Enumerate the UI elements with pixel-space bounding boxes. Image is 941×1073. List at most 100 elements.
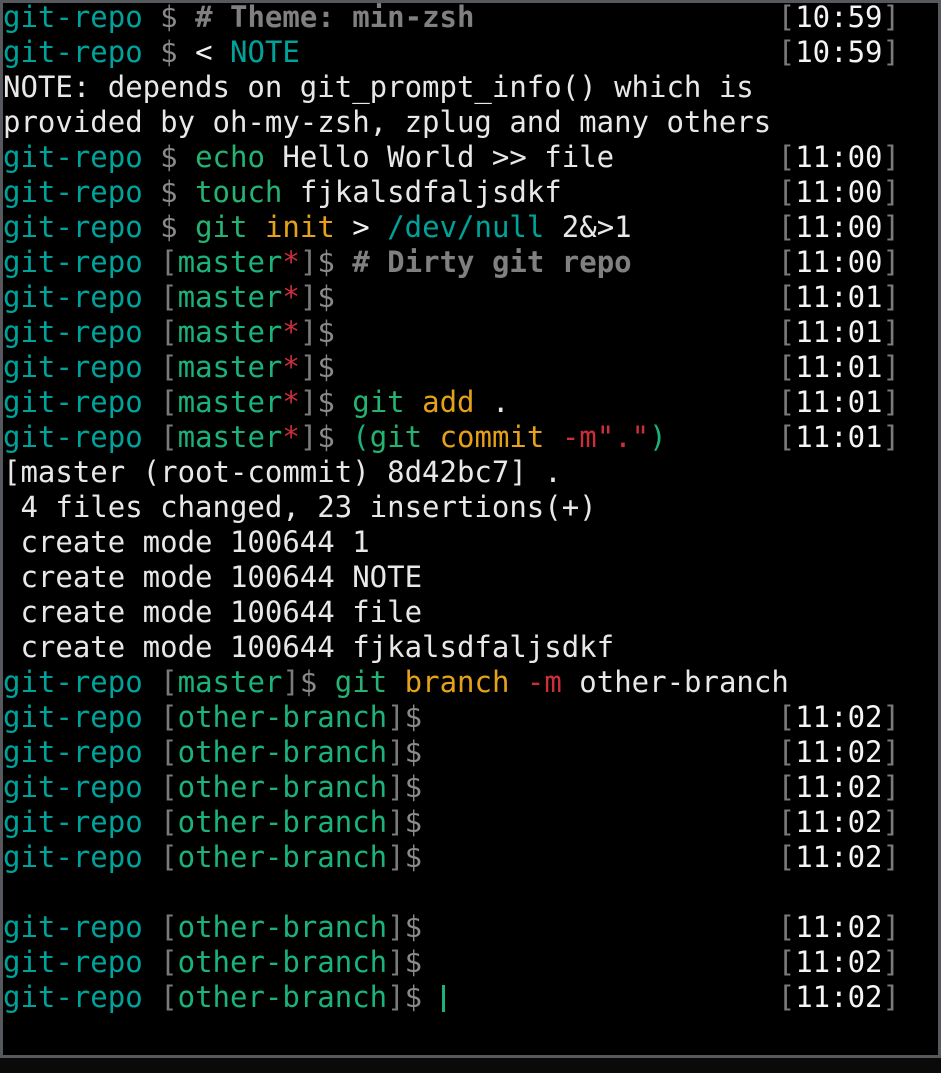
timestamp-value: 11:00 bbox=[795, 140, 883, 174]
timestamp-value: 11:02 bbox=[795, 840, 883, 874]
prompt-dollar: $ bbox=[317, 350, 335, 384]
prompt-dollar: $ bbox=[404, 840, 423, 874]
terminal-prompt-line: git-repo [other-branch]$ [11:02] bbox=[3, 770, 918, 805]
prompt-dollar: $ bbox=[160, 35, 178, 69]
prompt-timestamp: [11:02] bbox=[778, 805, 900, 840]
prompt-timestamp: [11:01] bbox=[778, 420, 900, 455]
prompt-dollar: $ bbox=[317, 420, 335, 454]
prompt-timestamp: [11:01] bbox=[778, 385, 900, 420]
timestamp-value: 11:00 bbox=[795, 245, 883, 279]
prompt-branch: other-branch bbox=[177, 805, 388, 839]
prompt-bracket-close: ] bbox=[387, 735, 405, 769]
prompt-bracket-open: [ bbox=[160, 350, 178, 384]
terminal-scrollbar[interactable] bbox=[928, 3, 938, 1055]
prompt-host: git-repo bbox=[3, 315, 143, 349]
output-text: provided by oh-my-zsh, zplug and many ot… bbox=[3, 105, 772, 139]
prompt-branch: other-branch bbox=[177, 840, 388, 874]
prompt-bracket-close: ] bbox=[299, 245, 318, 279]
command-name: touch bbox=[195, 175, 283, 209]
timestamp-bracket-open: [ bbox=[777, 945, 796, 979]
prompt-branch: master bbox=[177, 280, 283, 314]
spacer-text bbox=[247, 210, 264, 244]
prompt-bracket-open: [ bbox=[160, 910, 178, 944]
spacer-text bbox=[405, 385, 422, 419]
terminal-prompt-line: git-repo [other-branch]$ [11:02] bbox=[3, 980, 918, 1015]
spacer-text bbox=[143, 770, 160, 804]
prompt-bracket-close: ] bbox=[299, 280, 318, 314]
prompt-timestamp: [11:01] bbox=[778, 350, 900, 385]
timestamp-value: 11:00 bbox=[795, 210, 883, 244]
spacer-text bbox=[143, 700, 160, 734]
command-name: git bbox=[195, 210, 248, 244]
timestamp-bracket-close: ] bbox=[882, 910, 900, 944]
timestamp-value: 11:01 bbox=[795, 420, 883, 454]
command-name: git bbox=[369, 420, 423, 454]
command-arguments: 2&>1 bbox=[544, 210, 632, 244]
spacer-text bbox=[143, 210, 160, 244]
prompt-timestamp: [11:00] bbox=[778, 175, 900, 210]
spacer-text bbox=[143, 385, 160, 419]
prompt-host: git-repo bbox=[3, 245, 143, 279]
terminal-prompt-line: git-repo [master*]$ [11:01] bbox=[3, 315, 918, 350]
command-arguments: fjkalsdfaljsdkf bbox=[282, 175, 562, 209]
terminal-prompt-line: git-repo [master*]$ (git commit -m".") [1… bbox=[3, 420, 918, 455]
prompt-bracket-close: ] bbox=[387, 840, 405, 874]
timestamp-bracket-close: ] bbox=[882, 735, 900, 769]
prompt-bracket-close: ] bbox=[387, 700, 405, 734]
terminal-window[interactable]: git-repo $ # Theme: min-zsh [10:59] git-re… bbox=[0, 0, 941, 1058]
timestamp-value: 11:02 bbox=[795, 805, 883, 839]
prompt-timestamp: [11:00] bbox=[778, 245, 900, 280]
spacer-text bbox=[143, 945, 160, 979]
timestamp-bracket-open: [ bbox=[777, 140, 796, 174]
spacer-text bbox=[178, 3, 195, 34]
timestamp-bracket-close: ] bbox=[882, 210, 900, 244]
prompt-dirty-marker: * bbox=[282, 385, 300, 419]
spacer-text bbox=[143, 350, 160, 384]
prompt-bracket-close: ] bbox=[299, 385, 318, 419]
terminal-prompt-line: git-repo $ echo Hello World >> file [11:0… bbox=[3, 140, 918, 175]
spacer-text bbox=[178, 210, 195, 244]
prompt-bracket-close: ] bbox=[387, 770, 405, 804]
prompt-timestamp: [11:01] bbox=[778, 280, 900, 315]
spacer-text bbox=[143, 420, 160, 454]
prompt-host: git-repo bbox=[3, 175, 143, 209]
prompt-branch: other-branch bbox=[177, 910, 388, 944]
prompt-timestamp: [11:01] bbox=[778, 315, 900, 350]
prompt-host: git-repo bbox=[3, 350, 143, 384]
timestamp-bracket-close: ] bbox=[882, 35, 900, 69]
spacer-text bbox=[178, 140, 195, 174]
prompt-dollar: $ bbox=[404, 700, 423, 734]
spacer-text bbox=[422, 420, 439, 454]
timestamp-bracket-open: [ bbox=[777, 175, 796, 209]
output-text: [master (root-commit) 8d42bc7] . bbox=[3, 455, 562, 489]
spacer-text bbox=[317, 665, 334, 699]
prompt-timestamp: [11:02] bbox=[778, 770, 900, 805]
terminal-output-line: NOTE: depends on git_prompt_info() which… bbox=[3, 70, 918, 105]
spacer-text bbox=[370, 210, 387, 244]
output-text: NOTE: depends on git_prompt_info() which… bbox=[3, 70, 754, 104]
timestamp-bracket-open: [ bbox=[777, 700, 796, 734]
timestamp-bracket-close: ] bbox=[882, 350, 900, 384]
timestamp-bracket-open: [ bbox=[777, 245, 796, 279]
spacer-text bbox=[213, 35, 230, 69]
output-text: create mode 100644 1 bbox=[3, 525, 370, 559]
timestamp-value: 11:02 bbox=[795, 770, 883, 804]
spacer-text bbox=[143, 315, 160, 349]
command-arguments: other-branch bbox=[561, 665, 789, 699]
terminal-output-line: create mode 100644 NOTE bbox=[3, 560, 918, 595]
prompt-host: git-repo bbox=[3, 945, 143, 979]
timestamp-bracket-close: ] bbox=[882, 280, 900, 314]
terminal-screen[interactable]: git-repo $ # Theme: min-zsh [10:59] git-re… bbox=[3, 0, 918, 1015]
timestamp-value: 10:59 bbox=[795, 0, 883, 34]
command-subcommand: init bbox=[264, 210, 335, 244]
prompt-timestamp: [11:02] bbox=[778, 735, 900, 770]
terminal-prompt-line: git-repo [master*]$ # Dirty git repo [11:… bbox=[3, 245, 918, 280]
prompt-timestamp: [11:00] bbox=[778, 210, 900, 245]
timestamp-value: 11:02 bbox=[795, 945, 883, 979]
spacer-text bbox=[143, 3, 160, 34]
terminal-prompt-line: git-repo [other-branch]$ [11:02] bbox=[3, 700, 918, 735]
timestamp-bracket-close: ] bbox=[882, 945, 900, 979]
command-subcommand: add bbox=[422, 385, 475, 419]
terminal-output-line: [master (root-commit) 8d42bc7] . bbox=[3, 455, 918, 490]
prompt-host: git-repo bbox=[3, 210, 143, 244]
